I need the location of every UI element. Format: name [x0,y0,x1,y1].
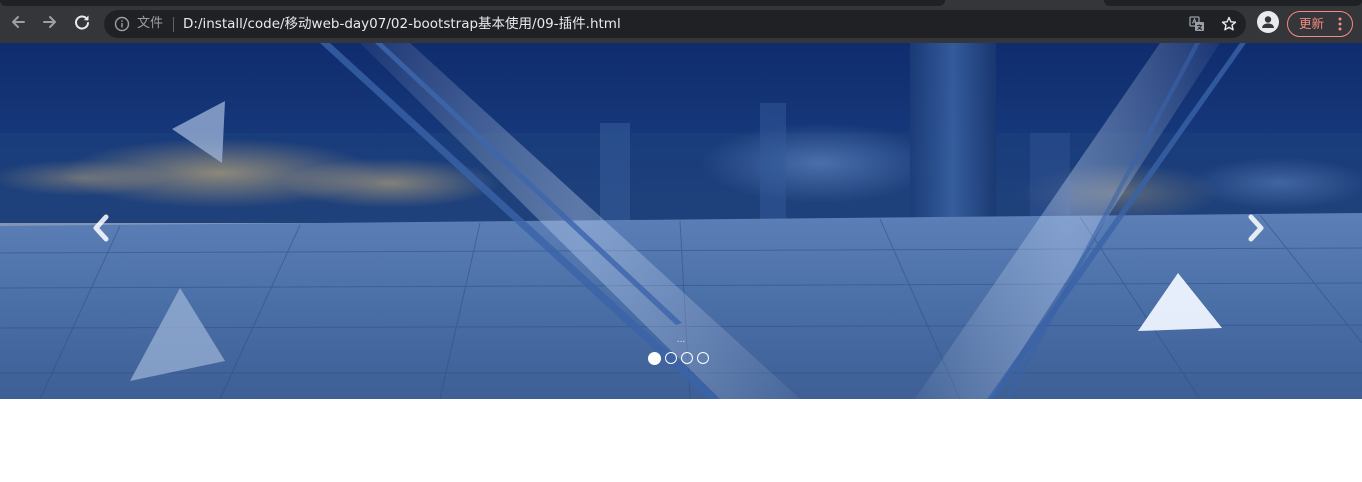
profile-button[interactable] [1257,11,1279,33]
carousel-indicator-2[interactable] [665,352,677,364]
tab-strip-edge [0,0,945,6]
translate-button[interactable] [1188,15,1206,33]
info-icon[interactable] [114,16,130,32]
tab-strip-edge-right [1104,0,1362,6]
reload-icon [75,15,89,30]
url-text[interactable]: D:/install/code/移动web-day07/02-bootstrap… [183,15,621,33]
reload-button[interactable] [68,8,96,36]
carousel-slide-image [0,43,1362,399]
carousel-next-button[interactable] [1236,208,1276,248]
chevron-left-icon [93,214,109,242]
address-bar[interactable]: 文件 D:/install/code/移动web-day07/02-bootst… [104,10,1246,38]
back-button[interactable] [4,8,32,36]
browser-toolbar: 文件 D:/install/code/移动web-day07/02-bootst… [0,0,1362,43]
carousel-indicator-4[interactable] [697,352,709,364]
security-label[interactable]: 文件 [137,15,163,33]
carousel-indicator-1[interactable] [648,351,661,365]
carousel-caption: ... [676,335,686,345]
star-icon [1221,16,1237,31]
omnibox-divider [173,17,174,32]
update-button[interactable]: 更新 [1287,11,1353,37]
arrow-right-icon [43,16,56,28]
chevron-right-icon [1248,214,1264,242]
arrow-left-icon [12,16,25,28]
carousel-indicator-3[interactable] [681,352,693,364]
bookmark-button[interactable] [1220,15,1238,33]
person-icon [1262,16,1274,28]
carousel-prev-button[interactable] [81,208,121,248]
page-body-blank [0,399,1362,482]
kebab-menu-icon [1338,17,1342,31]
carousel-indicators [648,351,709,365]
image-carousel: ... [0,43,1362,399]
update-label: 更新 [1299,16,1325,31]
forward-button[interactable] [36,8,64,36]
translate-icon [1189,16,1204,31]
